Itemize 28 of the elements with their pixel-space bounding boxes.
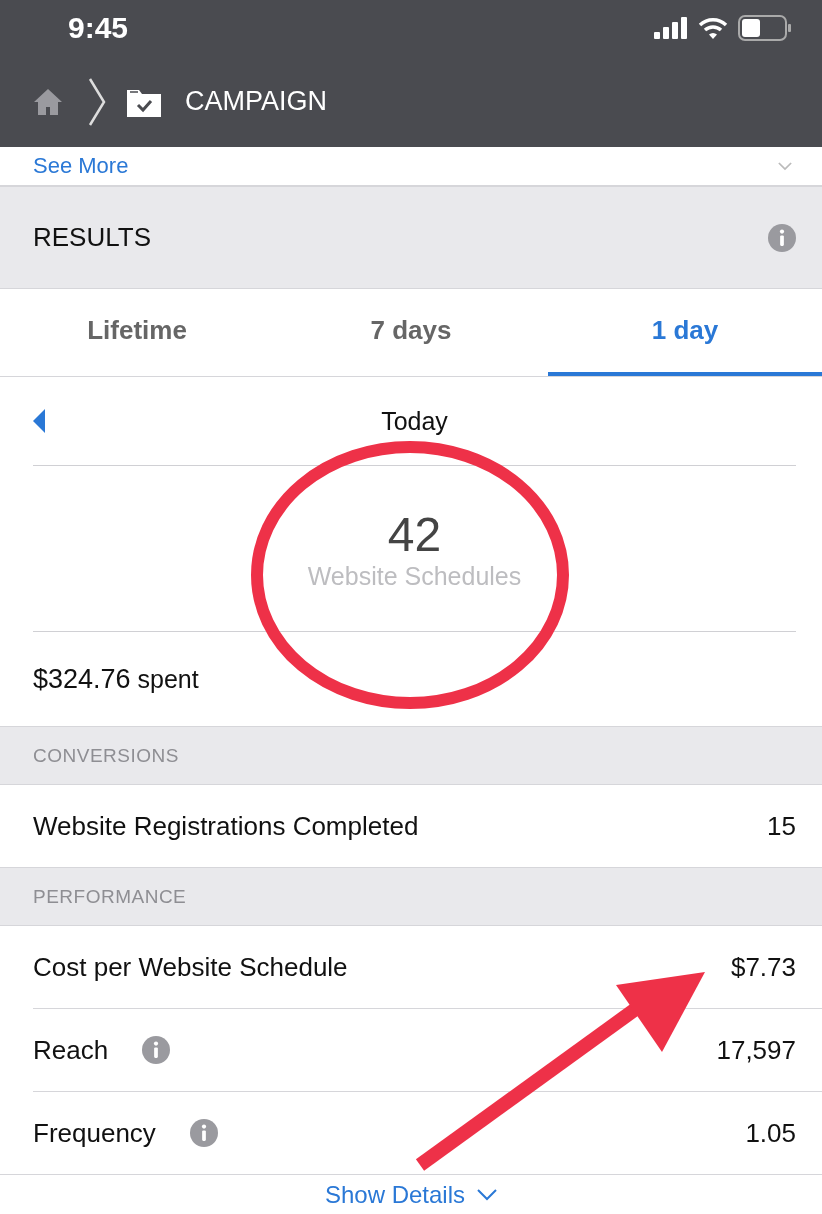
battery-icon bbox=[738, 15, 792, 41]
chevron-down-icon bbox=[778, 161, 792, 171]
metric-value: $7.73 bbox=[730, 951, 796, 983]
chevron-down-icon bbox=[477, 1188, 498, 1201]
metric-label: Website Registrations Completed bbox=[33, 810, 419, 842]
section-title: PERFORMANCE bbox=[33, 885, 187, 908]
result-label: Website Schedules bbox=[307, 561, 522, 591]
info-icon bbox=[768, 223, 796, 252]
metric-value: 17,597 bbox=[716, 1034, 796, 1066]
wifi-icon bbox=[698, 17, 728, 39]
status-time: 9:45 bbox=[68, 11, 129, 45]
page-title: CAMPAIGN bbox=[185, 86, 327, 117]
home-icon bbox=[33, 87, 63, 116]
metric-value: 15 bbox=[767, 810, 796, 842]
see-more-link[interactable]: See More bbox=[33, 153, 129, 179]
metric-value: 1.05 bbox=[745, 1117, 796, 1149]
date-label: Today bbox=[381, 406, 448, 436]
section-title: RESULTS bbox=[33, 222, 151, 253]
previous-arrow-icon bbox=[33, 409, 45, 433]
metric-label: Frequency bbox=[33, 1117, 156, 1149]
section-title: CONVERSIONS bbox=[33, 744, 179, 767]
amount-spent: $324.76 spent bbox=[33, 663, 199, 695]
metric-label: Cost per Website Schedule bbox=[33, 951, 348, 983]
chevron-right-icon bbox=[87, 76, 107, 127]
signal-icon bbox=[654, 17, 688, 39]
show-details-link[interactable]: Show Details bbox=[324, 1180, 498, 1209]
result-count: 42 bbox=[387, 506, 442, 562]
metric-label: Reach bbox=[33, 1034, 109, 1066]
